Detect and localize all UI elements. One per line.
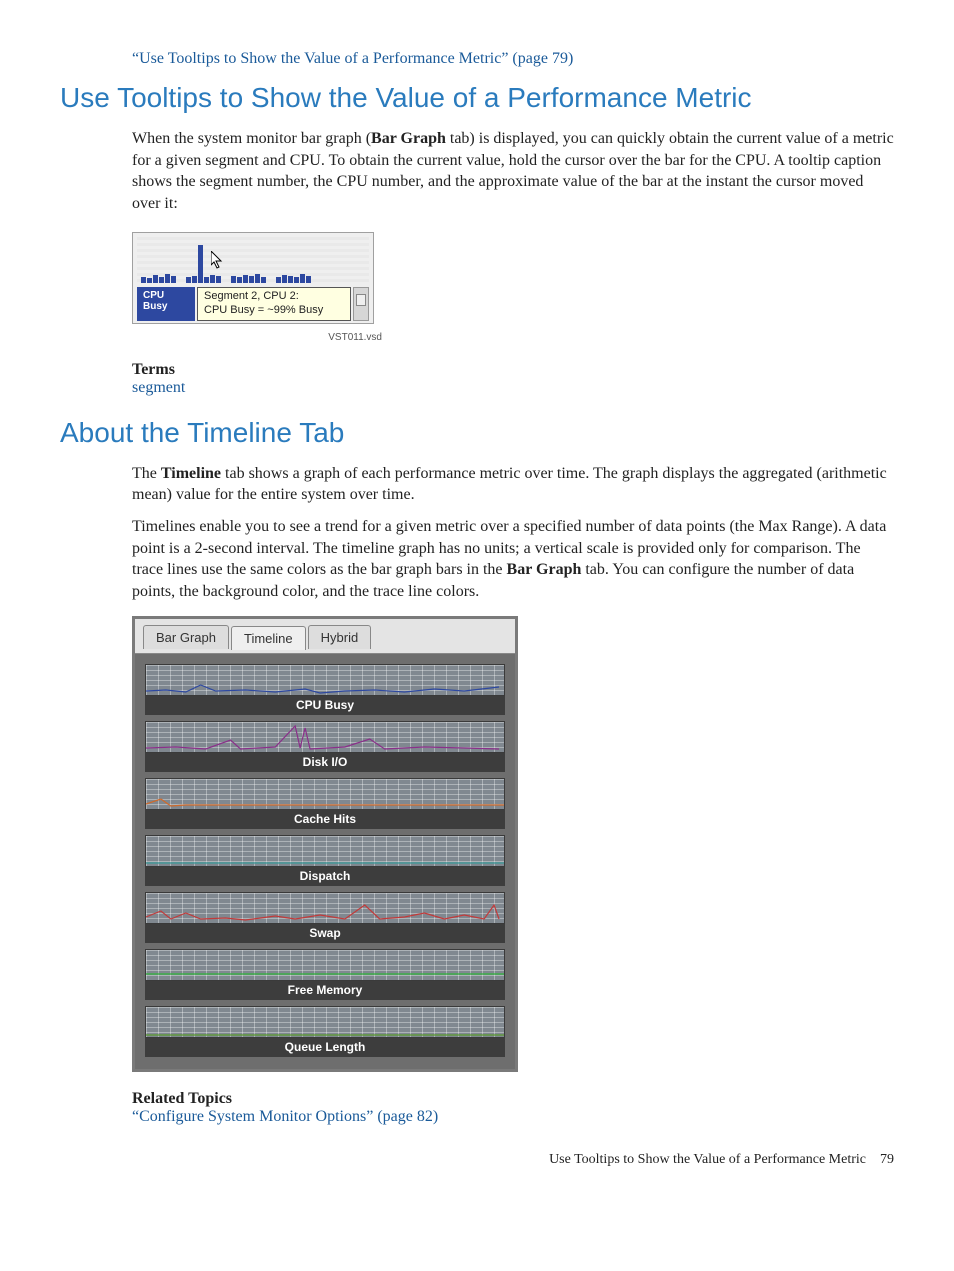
page-footer: Use Tooltips to Show the Value of a Perf… <box>60 1152 894 1168</box>
tab-bargraph[interactable]: Bar Graph <box>143 625 229 649</box>
metric-cache-hits: Cache Hits <box>145 778 505 829</box>
p2-bold: Bar Graph <box>507 561 582 578</box>
figure-timeline-tab: Bar Graph Timeline Hybrid CPU Busy Disk … <box>132 616 894 1072</box>
metrics-area: CPU Busy Disk I/O Cache Hits Dispatch Sw… <box>135 654 515 1069</box>
metric-label-dispatch: Dispatch <box>145 867 505 886</box>
tab-hybrid[interactable]: Hybrid <box>308 625 372 649</box>
section1-paragraph: When the system monitor bar graph (Bar G… <box>132 128 894 214</box>
metric-label-queue-length: Queue Length <box>145 1038 505 1057</box>
text-bold-bargraph: Bar Graph <box>371 130 446 147</box>
section-heading-tooltips: Use Tooltips to Show the Value of a Perf… <box>60 82 894 114</box>
metric-free-memory: Free Memory <box>145 949 505 1000</box>
tooltip-line2: CPU Busy = ~99% Busy <box>204 304 344 318</box>
p1-pre: The <box>132 465 161 482</box>
cpu-busy-label: CPU Busy <box>137 287 195 321</box>
bargraph-window: CPU Busy Segment 2, CPU 2: CPU Busy = ~9… <box>132 232 374 324</box>
related-topics: Related Topics “Configure System Monitor… <box>132 1090 894 1126</box>
cursor-arrow-icon <box>211 251 223 269</box>
p1-bold: Timeline <box>161 465 221 482</box>
terms-link-segment[interactable]: segment <box>132 379 894 397</box>
figure-caption: VST011.vsd <box>132 332 382 343</box>
tab-timeline[interactable]: Timeline <box>231 626 306 650</box>
tooltip-caption: Segment 2, CPU 2: CPU Busy = ~99% Busy <box>197 287 351 321</box>
footer-page-number: 79 <box>880 1152 894 1168</box>
metric-dispatch: Dispatch <box>145 835 505 886</box>
scrollbar-stub[interactable] <box>353 287 369 321</box>
metric-swap: Swap <box>145 892 505 943</box>
section-heading-timeline: About the Timeline Tab <box>60 417 894 449</box>
text-pre: When the system monitor bar graph ( <box>132 130 371 147</box>
metric-label-free-memory: Free Memory <box>145 981 505 1000</box>
metric-queue-length: Queue Length <box>145 1006 505 1057</box>
metric-label-swap: Swap <box>145 924 505 943</box>
tooltip-line1: Segment 2, CPU 2: <box>204 290 344 304</box>
p1-post: tab shows a graph of each performance me… <box>132 465 887 504</box>
crossref-link-top[interactable]: “Use Tooltips to Show the Value of a Per… <box>132 50 894 68</box>
metric-cpu-busy: CPU Busy <box>145 664 505 715</box>
metric-disk-io: Disk I/O <box>145 721 505 772</box>
metric-label-disk-io: Disk I/O <box>145 753 505 772</box>
timeline-window: Bar Graph Timeline Hybrid CPU Busy Disk … <box>132 616 518 1072</box>
terms-block: Terms segment <box>132 361 894 397</box>
related-link-configure[interactable]: “Configure System Monitor Options” (page… <box>132 1108 894 1126</box>
metric-label-cpu-busy: CPU Busy <box>145 696 505 715</box>
related-heading: Related Topics <box>132 1090 894 1108</box>
footer-title: Use Tooltips to Show the Value of a Perf… <box>549 1152 866 1168</box>
bargraph-bars <box>137 237 369 283</box>
tabs-row: Bar Graph Timeline Hybrid <box>135 619 515 654</box>
section2-paragraph1: The Timeline tab shows a graph of each p… <box>132 463 894 506</box>
metric-label-cache-hits: Cache Hits <box>145 810 505 829</box>
figure-bargraph-tooltip: CPU Busy Segment 2, CPU 2: CPU Busy = ~9… <box>132 232 894 324</box>
terms-heading: Terms <box>132 361 894 379</box>
section2-paragraph2: Timelines enable you to see a trend for … <box>132 516 894 602</box>
